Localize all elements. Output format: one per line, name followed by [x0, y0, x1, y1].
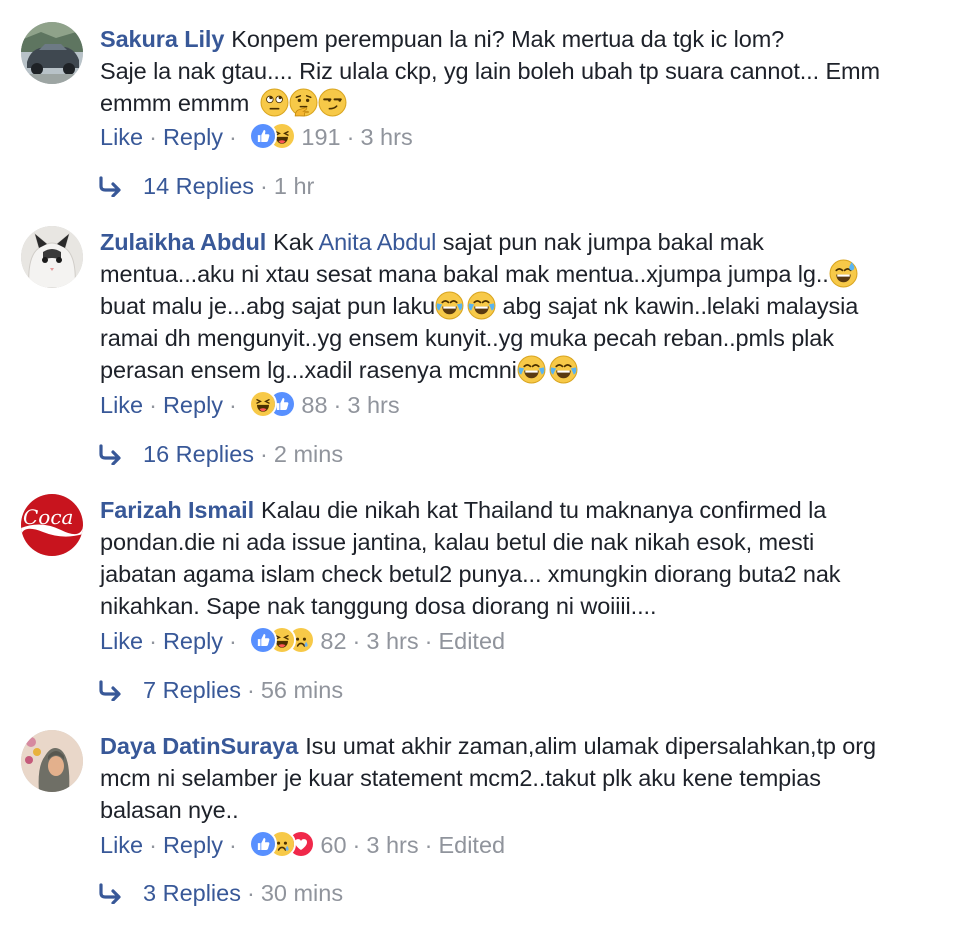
reply-link[interactable]: Reply: [163, 392, 223, 418]
comment-author[interactable]: Farizah Ismail: [100, 497, 254, 523]
reaction-count[interactable]: 88: [301, 392, 327, 418]
reply-arrow-icon: [97, 441, 125, 463]
view-replies-link[interactable]: 7 Replies: [143, 677, 241, 703]
replies-row[interactable]: 16 Replies · 2 mins: [97, 438, 343, 470]
like-link[interactable]: Like: [100, 392, 143, 418]
like-reaction-icon: [249, 830, 278, 858]
tears-of-joy-emoji-icon: [435, 291, 464, 320]
comment-text: emmm emmm: [100, 90, 250, 116]
comment-text: nikahkan. Sape nak tanggung dosa diorang…: [100, 593, 657, 619]
comment-time[interactable]: 3 hrs: [366, 832, 418, 858]
reply-link[interactable]: Reply: [163, 124, 223, 150]
comment-time[interactable]: 3 hrs: [360, 124, 412, 150]
sweat-smile-emoji-icon: [829, 259, 858, 288]
replies-row[interactable]: 7 Replies · 56 mins: [97, 674, 343, 706]
avatar[interactable]: [21, 730, 83, 792]
comment-body: Farizah Ismail Kalau die nikah kat Thaila…: [100, 494, 940, 622]
comment-text: ramai dh mengunyit..yg ensem kunyit..yg …: [100, 325, 834, 351]
like-link[interactable]: Like: [100, 832, 143, 858]
comment-text: perasan ensem lg...xadil rasenya mcmni: [100, 357, 517, 383]
reactions-summary[interactable]: [249, 626, 316, 655]
reactions-summary[interactable]: [249, 122, 297, 151]
haha-reaction-icon: [249, 390, 278, 418]
comment-body: Daya DatinSuraya Isu umat akhir zaman,ali…: [100, 730, 940, 826]
reaction-count[interactable]: 82: [320, 628, 346, 654]
eye-roll-emoji-icon: [260, 88, 289, 117]
avatar[interactable]: [21, 22, 83, 84]
edited-label[interactable]: Edited: [438, 832, 505, 858]
comment-time[interactable]: 3 hrs: [347, 392, 399, 418]
tears-of-joy-emoji-icon: [517, 355, 546, 384]
comment-text: buat malu je...abg sajat pun laku: [100, 293, 436, 319]
replies-time: 2 mins: [273, 441, 344, 467]
edited-label[interactable]: Edited: [438, 628, 505, 654]
comment-actions: Like · Reply · 191 · 3 hrs: [100, 122, 413, 151]
reaction-count[interactable]: 60: [320, 832, 346, 858]
mention-link[interactable]: Anita Abdul: [319, 229, 437, 255]
comment-author[interactable]: Sakura Lily: [100, 26, 224, 52]
comment-actions: Like · Reply · 60 · 3 hrs · Edited: [100, 830, 506, 859]
reply-link[interactable]: Reply: [163, 832, 223, 858]
avatar[interactable]: [21, 226, 83, 288]
comment-time[interactable]: 3 hrs: [366, 628, 418, 654]
comment-actions: Like · Reply · 88 · 3 hrs: [100, 390, 400, 419]
comment-body: Zulaikha Abdul Kak Anita Abdul sajat pun …: [100, 226, 940, 386]
replies-row[interactable]: 3 Replies · 30 mins: [97, 877, 343, 909]
smirk-emoji-icon: [318, 88, 347, 117]
thinking-emoji-icon: [289, 88, 318, 117]
reply-arrow-icon: [97, 880, 125, 902]
comment-text: Isu umat akhir zaman,alim ulamak dipersa…: [305, 733, 876, 759]
like-link[interactable]: Like: [100, 124, 143, 150]
replies-time: 56 mins: [260, 677, 344, 703]
reply-arrow-icon: [97, 677, 125, 699]
comment-actions: Like · Reply · 82 · 3 hrs · Edited: [100, 626, 506, 655]
comment-text: abg sajat nk kawin..lelaki malaysia: [502, 293, 859, 319]
comment-text: pondan.die ni ada issue jantina, kalau b…: [100, 529, 815, 555]
replies-time: 1 hr: [273, 173, 315, 199]
comment-text: sajat pun nak jumpa bakal mak: [442, 229, 764, 255]
like-link[interactable]: Like: [100, 628, 143, 654]
replies-row[interactable]: 14 Replies · 1 hr: [97, 170, 314, 202]
comment-text: mcm ni selamber je kuar statement mcm2..…: [100, 765, 821, 791]
tears-of-joy-emoji-icon: [467, 291, 496, 320]
avatar[interactable]: Coca: [21, 494, 83, 556]
reply-arrow-icon: [97, 173, 125, 195]
tears-of-joy-emoji-icon: [549, 355, 578, 384]
reactions-summary[interactable]: [249, 390, 297, 419]
comment-text: Konpem perempuan la ni? Mak mertua da tg…: [231, 26, 785, 52]
view-replies-link[interactable]: 14 Replies: [143, 173, 254, 199]
comment-text: Saje la nak gtau.... Riz ulala ckp, yg l…: [100, 58, 880, 84]
comment-text: Kalau die nikah kat Thailand tu maknanya…: [261, 497, 827, 523]
reply-link[interactable]: Reply: [163, 628, 223, 654]
comment-text: Kak: [273, 229, 314, 255]
comment-text: mentua...aku ni xtau sesat mana bakal ma…: [100, 261, 829, 287]
replies-time: 30 mins: [260, 880, 344, 906]
view-replies-link[interactable]: 16 Replies: [143, 441, 254, 467]
view-replies-link[interactable]: 3 Replies: [143, 880, 241, 906]
svg-text:Coca: Coca: [23, 505, 73, 529]
comment-text: jabatan agama islam check betul2 punya..…: [100, 561, 841, 587]
comment-author[interactable]: Daya DatinSuraya: [100, 733, 298, 759]
reaction-count[interactable]: 191: [301, 124, 340, 150]
comment-body: Sakura Lily Konpem perempuan la ni? Mak m…: [100, 23, 940, 119]
reactions-summary[interactable]: [249, 830, 316, 859]
comment-text: balasan nye..: [100, 797, 239, 823]
like-reaction-icon: [249, 626, 278, 654]
comment-author[interactable]: Zulaikha Abdul: [100, 229, 266, 255]
like-reaction-icon: [249, 122, 278, 150]
